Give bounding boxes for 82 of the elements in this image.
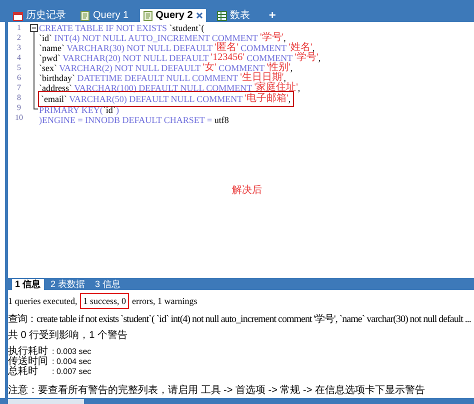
document-icon <box>80 10 90 20</box>
close-icon[interactable] <box>196 12 203 19</box>
line-number: 7 <box>17 83 21 93</box>
fold-marker-icon[interactable] <box>30 24 38 110</box>
code-token: `student`( <box>169 23 204 33</box>
document-icon <box>142 10 153 20</box>
line-number: 1 <box>17 23 21 33</box>
affected-rows-text: 共 0 行受到影响，1 个警告 <box>8 330 128 342</box>
editor-tab[interactable]: Query 2 <box>140 9 206 22</box>
line-number: 9 <box>17 103 21 113</box>
line-number: 8 <box>17 93 21 103</box>
code-token: DATETIME DEFAULT NULL COMMENT <box>76 73 239 83</box>
code-token: INT(4) NOT NULL AUTO_INCREMENT COMMENT <box>53 33 259 43</box>
code-token: '匿名' <box>214 43 238 53</box>
timing-value: : 0.003 sec <box>52 347 92 357</box>
code-token: , <box>284 33 286 43</box>
editor-tab[interactable]: 历史记录 <box>10 9 69 22</box>
code-token: `id` <box>39 33 52 43</box>
code-token: ) <box>116 105 119 115</box>
editor-tab[interactable]: Query 1 <box>77 9 132 22</box>
editor-tab[interactable]: 数表 <box>214 9 253 22</box>
tab-label: Query 2 <box>156 10 193 20</box>
annotation-text: 解决后 <box>232 184 263 198</box>
timing-label: 总耗时 <box>8 367 39 377</box>
timing-label: 执行耗时 <box>8 347 49 357</box>
code-token: `name` <box>39 43 64 53</box>
timing-value: : 0.007 sec <box>52 367 92 377</box>
code-token: '学号' <box>260 33 284 43</box>
line-number: 4 <box>17 53 21 63</box>
code-token: VARCHAR(50) DEFAULT NULL COMMENT <box>68 94 244 104</box>
code-token: COMMENT <box>240 43 288 53</box>
code-token: , <box>290 63 293 73</box>
line-number: 3 <box>17 43 21 53</box>
code-token: VARCHAR(2) NOT NULL DEFAULT <box>58 63 202 73</box>
code-token: VARCHAR(20) NOT NULL DEFAULT <box>62 53 209 63</box>
results-tab[interactable]: 3 信息 <box>92 278 124 290</box>
code-token: '性别' <box>266 63 290 73</box>
code-token: '姓名' <box>288 43 312 53</box>
code-token: utf8 <box>214 115 229 125</box>
code-token: '电子邮箱' <box>244 94 288 104</box>
line-number: 5 <box>17 63 21 73</box>
tab-label: 数表 <box>230 10 250 20</box>
tab-label: Query 1 <box>93 10 129 20</box>
code-token: CREATE TABLE IF NOT EXISTS <box>39 23 168 33</box>
code-token: `pwd` <box>39 53 60 63</box>
line-number: 10 <box>15 113 23 123</box>
code-token: `id` <box>102 105 116 115</box>
code-token: VARCHAR(100) DEFAULT NULL COMMENT <box>73 83 252 93</box>
code-token: '学号' <box>294 53 318 63</box>
table-icon <box>216 10 227 20</box>
code-token: '家庭住址' <box>254 83 298 93</box>
code-token: , <box>288 94 291 104</box>
code-token: `email` <box>41 94 67 104</box>
query-text: 查询：create table if not exists `student`( `id` int(4) not null auto_increment comment '学号', `name` varchar(30) not null default ... <box>8 314 472 326</box>
code-token: , <box>318 53 321 63</box>
code-token: `address` <box>39 83 72 93</box>
line-number: 6 <box>17 73 21 83</box>
code-token: '女' <box>202 63 216 73</box>
code-token: )ENGINE = INNODB DEFAULT CHARSET = <box>39 115 214 125</box>
code-token: '生日日期' <box>240 73 284 83</box>
code-token: , <box>298 83 300 93</box>
summary-text: errors, 1 warnings <box>132 296 198 306</box>
code-token: `birthday` <box>39 73 75 83</box>
code-token: `sex` <box>39 63 57 73</box>
calendar-icon <box>13 10 23 20</box>
code-token: , <box>284 73 286 83</box>
add-tab-button[interactable]: + <box>268 9 276 22</box>
code-token: COMMENT <box>218 63 264 73</box>
annotated-summary-text: 1 success, 0 <box>80 293 129 309</box>
code-token: COMMENT <box>246 53 294 63</box>
timing-value: : 0.004 sec <box>52 357 92 367</box>
results-tab[interactable]: 1 信息 <box>12 278 44 290</box>
code-token: PRIMARY KEY( <box>39 105 103 115</box>
tab-label: 历史记录 <box>26 10 66 20</box>
code-token: '123456' <box>210 53 244 63</box>
results-tab[interactable]: 2 表数据 <box>48 278 88 290</box>
line-number: 2 <box>17 33 21 43</box>
code-token: VARCHAR(30) NOT NULL DEFAULT <box>66 43 214 53</box>
summary-text: 1 queries executed, <box>8 296 78 306</box>
code-token: , <box>312 43 315 53</box>
notice-text: 注意：要查看所有警告的完整列表，请启用 工具 -> 首选项 -> 常规 -> 在信息选项卡下显示警告 <box>8 385 426 397</box>
timing-label: 传送时间 <box>8 357 49 367</box>
